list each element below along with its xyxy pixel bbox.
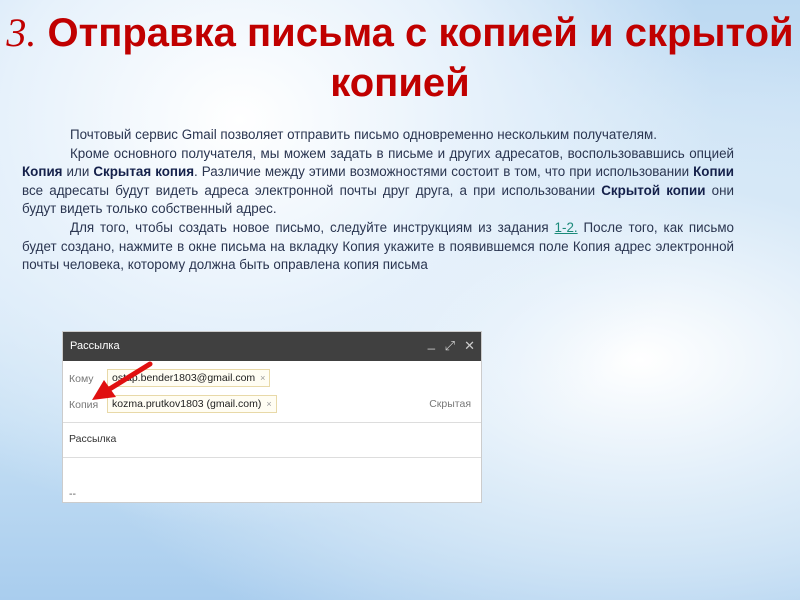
red-arrow-icon [92, 361, 153, 400]
